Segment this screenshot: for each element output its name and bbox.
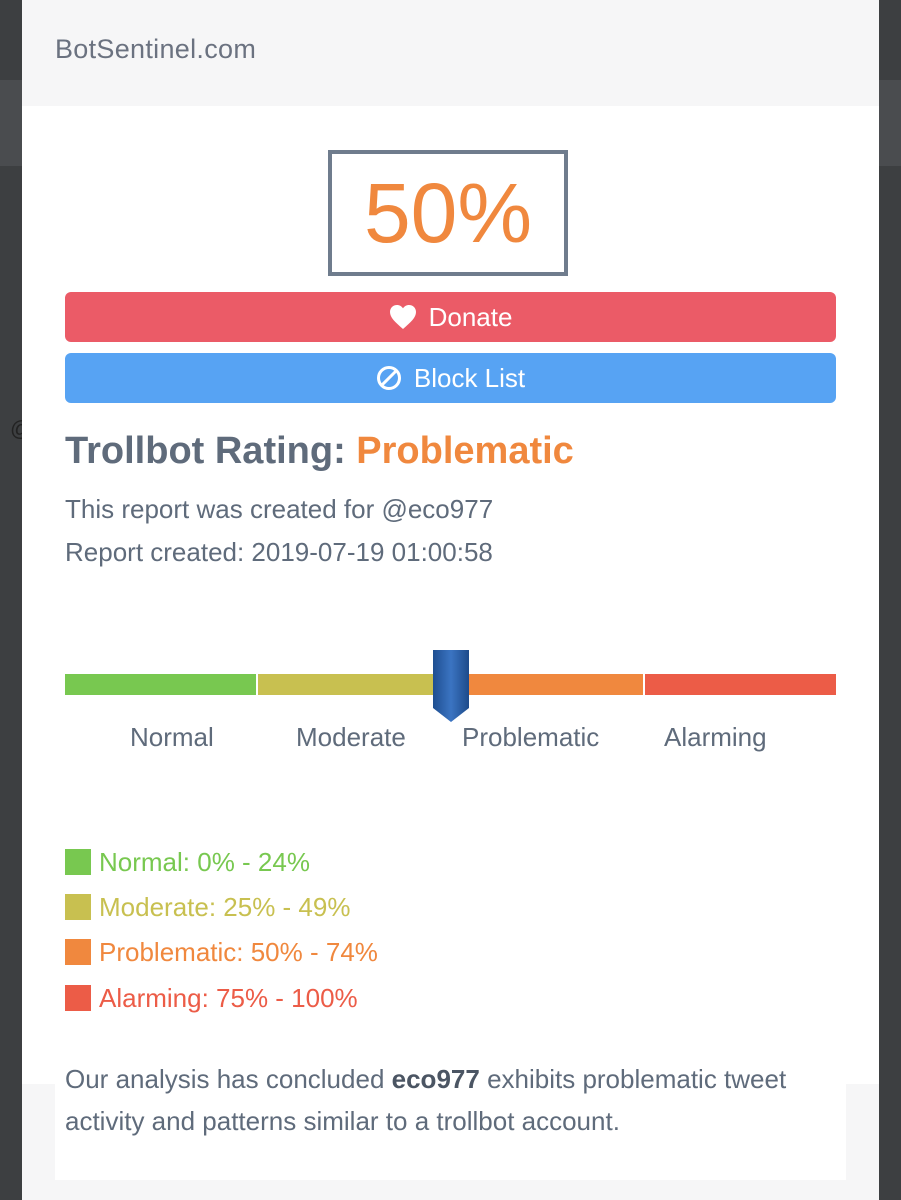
report-created: Report created: 2019-07-19 01:00:58: [65, 537, 493, 567]
legend-text-normal: Normal: 0% - 24%: [99, 846, 310, 877]
scale-label-moderate: Moderate: [296, 722, 406, 752]
legend-swatch-normal: [65, 849, 91, 875]
scale-segment-moderate: [258, 674, 450, 695]
conclusion-account: eco977: [391, 1064, 480, 1094]
legend-swatch-moderate: [65, 894, 91, 920]
donate-label: Donate: [428, 301, 513, 332]
block-list-button[interactable]: Block List: [65, 353, 836, 403]
scale-label-normal: Normal: [130, 722, 214, 752]
site-title: BotSentinel.com: [55, 34, 257, 64]
scale-segment-normal: [65, 674, 257, 695]
scale-label-alarming: Alarming: [664, 722, 767, 752]
block-list-label: Block List: [413, 362, 526, 393]
scale-segment-alarming: [644, 674, 836, 695]
legend-text-problematic: Problematic: 50% - 74%: [99, 936, 378, 967]
legend-swatch-problematic: [65, 939, 91, 965]
rating-value: Problematic: [356, 430, 574, 472]
legend-item-problematic: Problematic: 50% - 74%: [65, 937, 378, 967]
score-value: 50%: [363, 166, 533, 260]
legend-swatch-alarming: [65, 985, 91, 1011]
legend-text-moderate: Moderate: 25% - 49%: [99, 891, 351, 922]
rating-heading: Trollbot Rating: Problematic: [65, 430, 574, 473]
report-target: This report was created for @eco977: [65, 494, 494, 524]
legend-item-moderate: Moderate: 25% - 49%: [65, 892, 350, 922]
conclusion-prefix: Our analysis has concluded: [65, 1064, 385, 1094]
rating-heading-label: Trollbot Rating:: [65, 430, 346, 472]
heart-icon: [389, 305, 416, 329]
scale-label-problematic: Problematic: [462, 722, 600, 752]
legend-item-normal: Normal: 0% - 24%: [65, 847, 310, 877]
marker-icon: [432, 650, 469, 722]
footer-shade-bottom: [22, 1180, 879, 1200]
legend-item-alarming: Alarming: 75% - 100%: [65, 983, 358, 1013]
block-icon: [376, 366, 401, 390]
legend-text-alarming: Alarming: 75% - 100%: [99, 982, 358, 1013]
report-modal: BotSentinel.com 50% Donate Block List Tr…: [22, 0, 879, 1200]
analysis-conclusion: Our analysis has concluded eco977 exhibi…: [65, 1058, 845, 1142]
score-box: 50%: [328, 150, 568, 276]
donate-button[interactable]: Donate: [65, 292, 836, 342]
scale-segment-problematic: [451, 674, 643, 695]
